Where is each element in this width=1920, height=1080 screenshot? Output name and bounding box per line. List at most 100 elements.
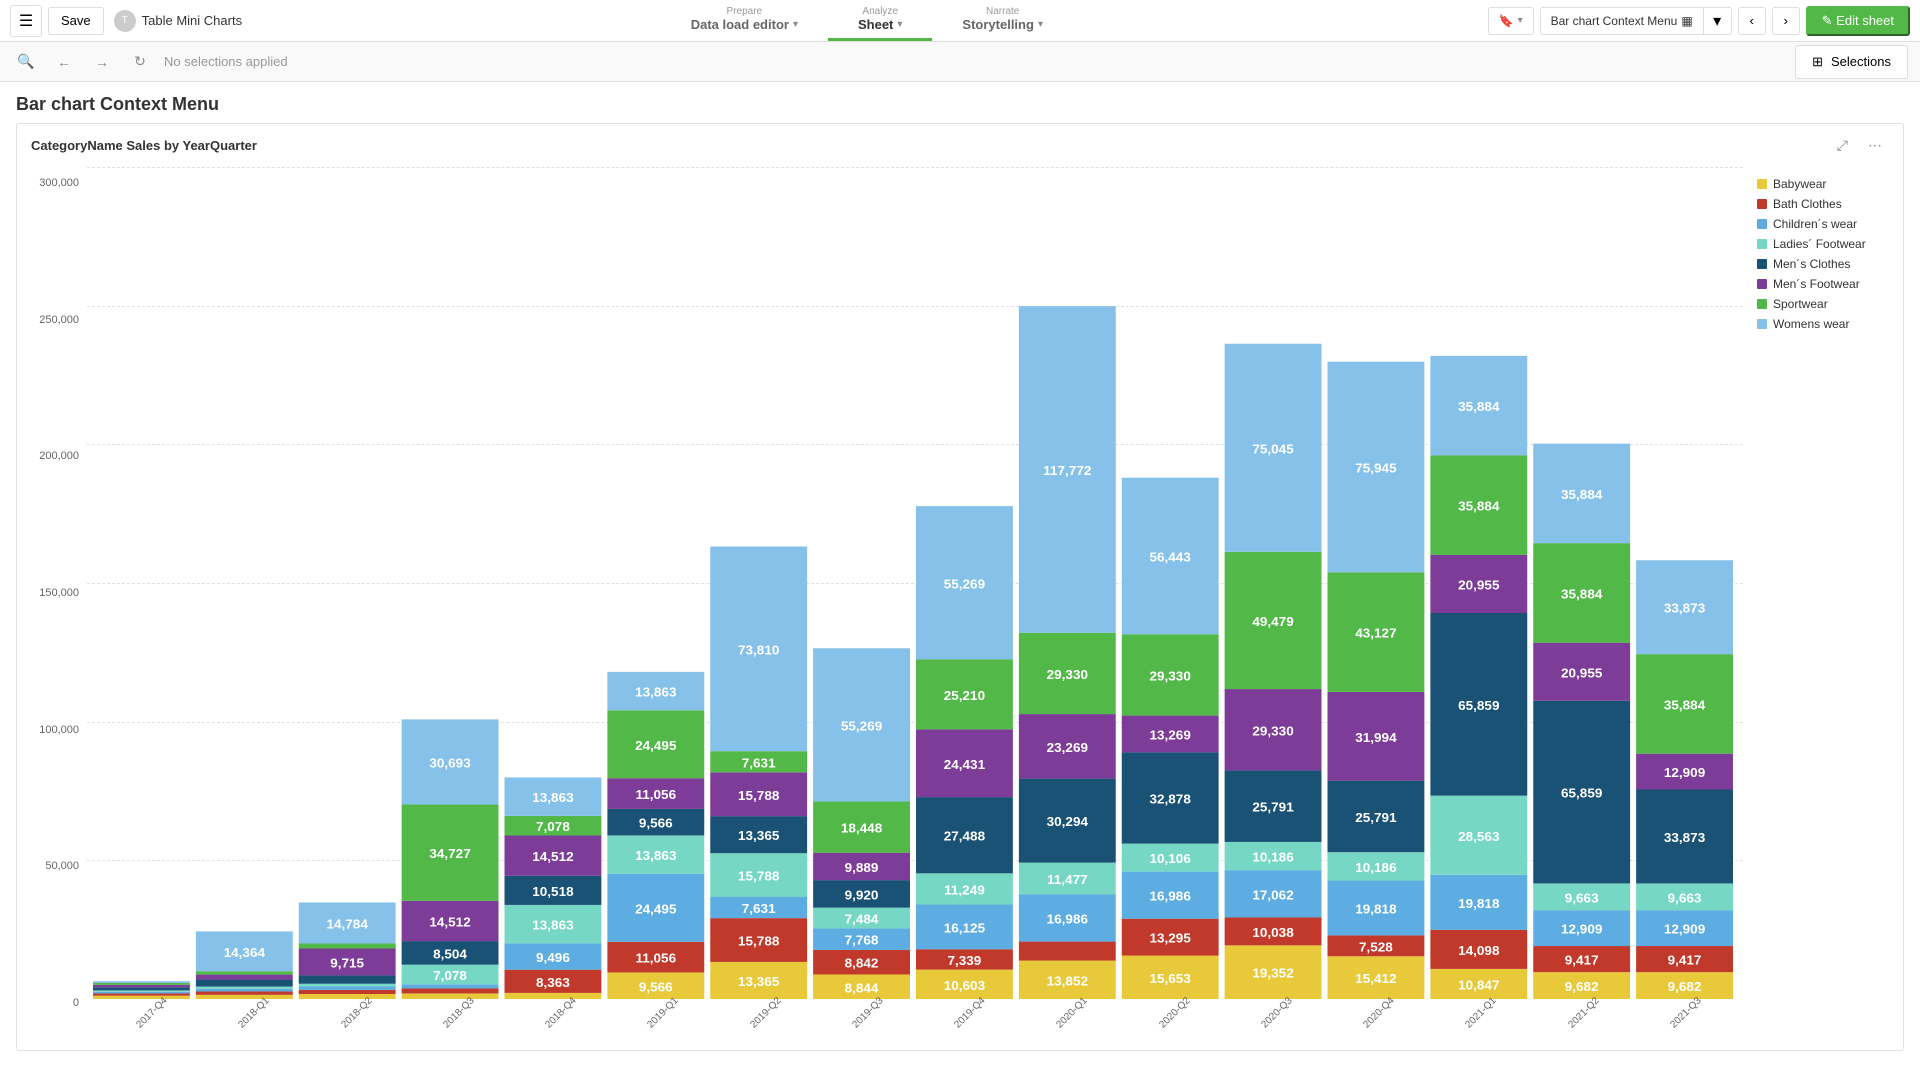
y-label-250k: 250,000 (39, 314, 79, 326)
svg-text:65,859: 65,859 (1561, 786, 1602, 800)
svg-text:10,038: 10,038 (1252, 925, 1293, 939)
svg-text:27,488: 27,488 (944, 829, 985, 843)
legend-dot-sportwear (1757, 299, 1767, 309)
svg-text:117,772: 117,772 (1043, 463, 1091, 477)
context-menu-label: Bar chart Context Menu ▦ (1541, 14, 1703, 28)
svg-text:16,986: 16,986 (1047, 912, 1088, 926)
svg-text:15,788: 15,788 (738, 934, 779, 948)
context-menu-selector[interactable]: Bar chart Context Menu ▦ ▾ (1540, 7, 1732, 35)
svg-text:10,603: 10,603 (944, 978, 985, 992)
svg-text:17,062: 17,062 (1252, 888, 1293, 902)
svg-text:55,269: 55,269 (944, 577, 985, 591)
back-button[interactable]: ← (50, 48, 78, 76)
nav-analyze[interactable]: Analyze Sheet ▾ (828, 0, 932, 41)
legend-dot-babywear (1757, 179, 1767, 189)
forward-icon: → (95, 54, 109, 70)
svg-text:24,495: 24,495 (635, 902, 676, 916)
svg-text:15,412: 15,412 (1355, 972, 1396, 986)
chart-container: CategoryName Sales by YearQuarter ⤢ ⋯ 30… (16, 123, 1904, 1051)
svg-text:13,863: 13,863 (635, 685, 676, 699)
legend-childrens: Children´s wear (1757, 217, 1889, 231)
svg-text:55,269: 55,269 (841, 719, 882, 733)
svg-text:56,443: 56,443 (1150, 550, 1191, 564)
svg-text:35,884: 35,884 (1561, 487, 1603, 501)
prepare-inner: Data load editor ▾ (691, 17, 798, 32)
legend-dot-childrens (1757, 219, 1767, 229)
svg-text:19,818: 19,818 (1355, 902, 1396, 916)
svg-text:30,294: 30,294 (1047, 815, 1089, 829)
svg-text:49,479: 49,479 (1252, 614, 1293, 628)
selections-label: Selections (1831, 54, 1891, 69)
chart-actions: ⤢ ⋯ (1830, 134, 1889, 157)
legend-womenswear: Womens wear (1757, 317, 1889, 331)
svg-text:7,768: 7,768 (845, 933, 879, 947)
save-button[interactable]: Save (48, 7, 104, 35)
legend-bathclothes: Bath Clothes (1757, 197, 1889, 211)
svg-text:9,566: 9,566 (639, 980, 673, 994)
y-axis: 300,000 250,000 200,000 150,000 100,000 … (17, 167, 87, 1049)
svg-text:10,847: 10,847 (1458, 978, 1499, 992)
legend-dot-womenswear (1757, 319, 1767, 329)
svg-text:35,884: 35,884 (1664, 698, 1706, 712)
forward-button[interactable]: → (88, 48, 116, 76)
svg-text:16,986: 16,986 (1150, 889, 1191, 903)
page-title: Bar chart Context Menu (0, 82, 1920, 123)
more-options-button[interactable]: ⋯ (1861, 134, 1889, 157)
app-logo: T Table Mini Charts (110, 10, 246, 32)
svg-text:7,078: 7,078 (536, 820, 570, 834)
legend-label-mensclothes: Men´s Clothes (1773, 257, 1850, 271)
legend-babywear: Babywear (1757, 177, 1889, 191)
app-name: Table Mini Charts (142, 13, 242, 28)
prev-button[interactable]: ‹ (1738, 7, 1766, 35)
legend-label-bathclothes: Bath Clothes (1773, 197, 1842, 211)
svg-text:13,295: 13,295 (1150, 931, 1191, 945)
svg-text:9,496: 9,496 (536, 951, 570, 965)
selections-button[interactable]: ⊞ Selections (1795, 45, 1908, 79)
svg-text:9,682: 9,682 (1668, 980, 1702, 994)
edit-sheet-button[interactable]: ✎ Edit sheet (1806, 6, 1910, 36)
svg-text:25,791: 25,791 (1252, 800, 1293, 814)
bookmark-button[interactable]: 🔖 ▾ (1488, 7, 1534, 35)
analyze-sub: Sheet (858, 17, 893, 32)
svg-text:14,364: 14,364 (224, 945, 266, 959)
nav-right: 🔖 ▾ Bar chart Context Menu ▦ ▾ ‹ › ✎ Edi… (1478, 6, 1920, 36)
svg-text:9,663: 9,663 (1565, 891, 1599, 905)
second-bar: 🔍 ← → ↻ No selections applied ⊞ Selectio… (0, 42, 1920, 82)
svg-text:23,269: 23,269 (1047, 740, 1088, 754)
refresh-button[interactable]: ↻ (126, 48, 154, 76)
analyze-chevron: ▾ (897, 19, 902, 30)
svg-text:29,330: 29,330 (1150, 669, 1191, 683)
y-label-50k: 50,000 (45, 860, 79, 872)
svg-text:35,884: 35,884 (1561, 587, 1603, 601)
svg-text:7,339: 7,339 (948, 953, 982, 967)
next-button[interactable]: › (1772, 7, 1800, 35)
search-button[interactable]: 🔍 (12, 48, 40, 76)
svg-text:7,528: 7,528 (1359, 940, 1393, 954)
nav-left: ☰ Save T Table Mini Charts (0, 5, 256, 37)
svg-text:13,365: 13,365 (738, 975, 779, 989)
legend-mensclothes: Men´s Clothes (1757, 257, 1889, 271)
x-axis: 2017-Q42018-Q12018-Q22018-Q32018-Q42019-… (87, 999, 1743, 1049)
expand-button[interactable]: ⤢ (1830, 134, 1855, 157)
legend-label-childrens: Children´s wear (1773, 217, 1857, 231)
nav-narrate[interactable]: Narrate Storytelling ▾ (932, 0, 1073, 41)
hamburger-menu[interactable]: ☰ (10, 5, 42, 37)
svg-text:15,653: 15,653 (1150, 971, 1191, 985)
svg-text:13,863: 13,863 (635, 849, 676, 863)
svg-text:20,955: 20,955 (1458, 578, 1499, 592)
svg-text:34,727: 34,727 (429, 847, 470, 861)
bookmark-chevron: ▾ (1518, 15, 1523, 26)
legend-dot-mensfootwear (1757, 279, 1767, 289)
legend-label-mensfootwear: Men´s Footwear (1773, 277, 1860, 291)
svg-text:15,788: 15,788 (738, 869, 779, 883)
svg-text:33,873: 33,873 (1664, 601, 1705, 615)
refresh-icon: ↻ (134, 53, 146, 70)
context-dropdown-btn[interactable]: ▾ (1703, 8, 1731, 34)
svg-text:10,518: 10,518 (532, 884, 573, 898)
back-icon: ← (57, 54, 71, 70)
legend-label-ladiesfootwear: Ladies´ Footwear (1773, 237, 1866, 251)
svg-text:29,330: 29,330 (1047, 667, 1088, 681)
nav-prepare[interactable]: Prepare Data load editor ▾ (661, 0, 828, 41)
svg-text:9,417: 9,417 (1668, 953, 1702, 967)
search-icon: 🔍 (17, 53, 34, 70)
